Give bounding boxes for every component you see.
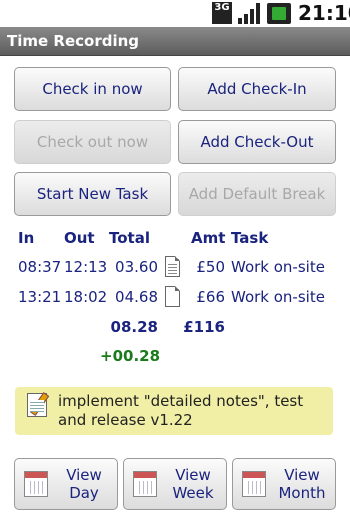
add-check-out-button[interactable]: Add Check-Out — [178, 120, 336, 164]
calendar-month-icon — [242, 471, 266, 497]
row1-total: 03.60 — [115, 258, 158, 276]
app-title-bar: Time Recording — [0, 27, 350, 56]
battery-icon — [267, 3, 291, 24]
blank-document-icon[interactable] — [165, 286, 180, 307]
view-month-label: View Month — [278, 466, 326, 502]
calendar-week-icon — [133, 471, 157, 497]
status-clock: 21:10 — [298, 1, 350, 25]
sum-total: 08.28 — [110, 318, 158, 336]
row2-amt: £66 — [196, 288, 225, 306]
check-out-now-label: Check out now — [36, 133, 149, 151]
add-default-break-button[interactable]: Add Default Break — [178, 172, 336, 216]
row2-out[interactable]: 18:02 — [64, 288, 107, 306]
row1-out[interactable]: 12:13 — [64, 258, 107, 276]
network-3g-icon: 3G — [212, 2, 232, 24]
row2-task[interactable]: Work on-site — [231, 288, 325, 306]
add-check-out-label: Add Check-Out — [200, 133, 314, 151]
check-in-now-label: Check in now — [42, 80, 143, 98]
task-note[interactable]: implement "detailed notes", test and rel… — [15, 387, 333, 435]
add-check-in-button[interactable]: Add Check-In — [178, 67, 336, 111]
row2-in[interactable]: 13:21 — [18, 288, 61, 306]
balance-value: +00.28 — [100, 347, 161, 365]
view-day-label: View Day — [66, 466, 102, 502]
notepad-pencil-icon — [27, 392, 50, 417]
sum-amt: £116 — [183, 318, 225, 336]
header-out: Out — [64, 229, 95, 247]
view-month-button[interactable]: View Month — [232, 458, 336, 510]
signal-icon — [238, 3, 262, 24]
lined-document-icon[interactable] — [165, 256, 180, 277]
view-week-button[interactable]: View Week — [123, 458, 227, 510]
row1-in[interactable]: 08:37 — [18, 258, 61, 276]
row2-total: 04.68 — [115, 288, 158, 306]
check-in-now-button[interactable]: Check in now — [14, 67, 171, 111]
header-total: Total — [109, 229, 150, 247]
add-default-break-label: Add Default Break — [188, 185, 326, 203]
view-day-button[interactable]: View Day — [14, 458, 118, 510]
row1-task[interactable]: Work on-site — [231, 258, 325, 276]
status-bar: 3G 21:10 — [0, 0, 350, 27]
row1-amt: £50 — [196, 258, 225, 276]
header-in: In — [18, 229, 35, 247]
start-new-task-button[interactable]: Start New Task — [14, 172, 171, 216]
calendar-day-icon — [24, 471, 48, 497]
header-task: Task — [231, 229, 269, 247]
check-out-now-button[interactable]: Check out now — [14, 120, 171, 164]
view-week-label: View Week — [172, 466, 214, 502]
header-amt: Amt — [191, 229, 226, 247]
start-new-task-label: Start New Task — [36, 185, 149, 203]
note-text: implement "detailed notes", test and rel… — [58, 392, 304, 429]
add-check-in-label: Add Check-In — [207, 80, 307, 98]
app-title: Time Recording — [7, 32, 140, 50]
